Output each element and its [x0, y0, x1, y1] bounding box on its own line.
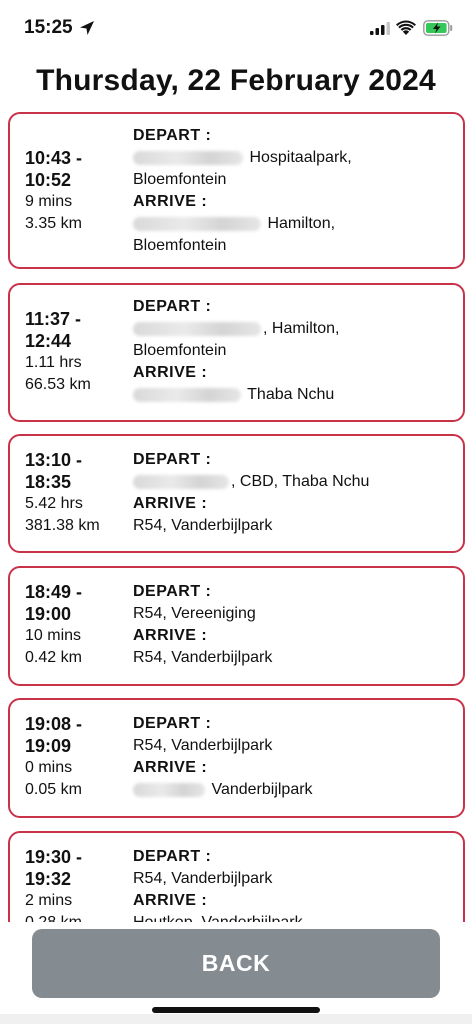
- arrive-label: ARRIVE :: [133, 892, 208, 909]
- trip-locations: DEPART : , Hamilton, Bloemfontein ARRIVE…: [133, 296, 458, 406]
- trip-card[interactable]: 19:08 - 19:09 0 mins 0.05 km DEPART : R5…: [8, 698, 465, 818]
- location-arrow-icon: [80, 21, 94, 35]
- trip-distance: 3.35 km: [25, 215, 82, 232]
- trip-locations: DEPART : R54, Vereeniging ARRIVE : R54, …: [133, 581, 458, 669]
- redacted-text: [133, 321, 261, 336]
- redacted-text: [133, 387, 241, 402]
- arrive-address: R54, Vanderbijlpark: [133, 517, 273, 534]
- depart-address: Hospitaalpark,: [133, 147, 458, 169]
- trip-locations: DEPART : , CBD, Thaba Nchu ARRIVE : R54,…: [133, 449, 458, 537]
- arrive-address: Houtkop, Vanderbijlpark: [133, 912, 458, 922]
- trip-start-time: 11:37 -: [25, 309, 82, 329]
- arrive-label: ARRIVE :: [133, 193, 208, 210]
- depart-address: R54, Vanderbijlpark: [133, 737, 273, 754]
- trip-card[interactable]: 19:30 - 19:32 2 mins 0.28 km DEPART : R5…: [8, 831, 465, 922]
- trip-summary: 19:08 - 19:09 0 mins 0.05 km: [25, 713, 130, 801]
- trip-locations: DEPART : Hospitaalpark, Bloemfontein ARR…: [133, 125, 458, 257]
- status-time: 15:25: [24, 17, 73, 38]
- trip-locations: DEPART : R54, Vanderbijlpark ARRIVE : Ho…: [133, 846, 458, 922]
- trip-start-time: 19:30 -: [25, 847, 83, 867]
- depart-label: DEPART :: [133, 451, 212, 468]
- back-button[interactable]: BACK: [32, 929, 440, 998]
- trip-summary: 11:37 - 12:44 1.11 hrs 66.53 km: [25, 308, 130, 396]
- arrive-address-line2: Bloemfontein: [133, 237, 227, 254]
- arrive-label: ARRIVE :: [133, 495, 208, 512]
- trip-summary: 18:49 - 19:00 10 mins 0.42 km: [25, 581, 130, 669]
- trip-card[interactable]: 13:10 - 18:35 5.42 hrs 381.38 km DEPART …: [8, 434, 465, 553]
- arrive-label: ARRIVE :: [133, 364, 208, 381]
- cellular-signal-icon: [370, 22, 390, 35]
- redacted-text: [133, 216, 261, 231]
- arrive-address: Vanderbijlpark: [133, 779, 458, 801]
- trip-duration: 2 mins: [25, 892, 73, 909]
- trip-distance: 0.28 km: [25, 912, 130, 922]
- arrive-label: ARRIVE :: [133, 759, 208, 776]
- trip-start-time: 18:49 -: [25, 582, 83, 602]
- depart-address: R54, Vanderbijlpark: [133, 870, 273, 887]
- trip-duration: 10 mins: [25, 627, 82, 644]
- bottom-bar: BACK: [0, 922, 472, 1024]
- trip-start-time: 19:08 -: [25, 714, 83, 734]
- redacted-text: [133, 782, 205, 797]
- trip-summary: 13:10 - 18:35 5.42 hrs 381.38 km: [25, 449, 130, 537]
- redacted-text: [133, 474, 229, 489]
- depart-address: , CBD, Thaba Nchu: [133, 471, 458, 493]
- trip-summary: 10:43 - 10:52 9 mins 3.35 km: [25, 147, 130, 235]
- arrive-address: R54, Vanderbijlpark: [133, 649, 273, 666]
- trip-duration: 1.11 hrs: [25, 354, 82, 371]
- trip-distance: 0.42 km: [25, 649, 82, 666]
- depart-address: , Hamilton,: [133, 318, 458, 340]
- depart-address-line2: Bloemfontein: [133, 171, 227, 188]
- trip-start-time: 13:10 -: [25, 450, 83, 470]
- trip-distance: 381.38 km: [25, 517, 100, 534]
- trip-end-time: 18:35: [25, 472, 72, 492]
- trip-end-time: 19:09: [25, 736, 72, 756]
- depart-label: DEPART :: [133, 848, 212, 865]
- trip-locations: DEPART : R54, Vanderbijlpark ARRIVE : Va…: [133, 713, 458, 801]
- arrive-label: ARRIVE :: [133, 627, 208, 644]
- depart-label: DEPART :: [133, 298, 212, 315]
- trip-list[interactable]: 10:43 - 10:52 9 mins 3.35 km DEPART : Ho…: [0, 112, 472, 922]
- bottom-strip: [0, 1014, 472, 1024]
- trip-duration: 5.42 hrs: [25, 495, 83, 512]
- trip-summary: 19:30 - 19:32 2 mins 0.28 km: [25, 846, 130, 922]
- trip-end-time: 10:52: [25, 170, 72, 190]
- depart-address: R54, Vereeniging: [133, 605, 256, 622]
- trip-distance: 66.53 km: [25, 376, 91, 393]
- trip-card[interactable]: 10:43 - 10:52 9 mins 3.35 km DEPART : Ho…: [8, 112, 465, 269]
- depart-label: DEPART :: [133, 127, 212, 144]
- trip-card[interactable]: 18:49 - 19:00 10 mins 0.42 km DEPART : R…: [8, 566, 465, 686]
- home-indicator[interactable]: [152, 1007, 320, 1013]
- trip-duration: 9 mins: [25, 193, 73, 210]
- trip-end-time: 19:00: [25, 604, 72, 624]
- arrive-address: Thaba Nchu: [133, 384, 458, 406]
- trip-start-time: 10:43 -: [25, 148, 83, 168]
- wifi-icon: [396, 20, 416, 35]
- trip-card[interactable]: 11:37 - 12:44 1.11 hrs 66.53 km DEPART :…: [8, 283, 465, 422]
- redacted-text: [133, 150, 243, 165]
- trip-end-time: 12:44: [25, 331, 72, 351]
- trip-end-time: 19:32: [25, 869, 72, 889]
- battery-charging-icon: [423, 20, 453, 36]
- trip-duration: 0 mins: [25, 759, 73, 776]
- depart-label: DEPART :: [133, 715, 212, 732]
- depart-label: DEPART :: [133, 583, 212, 600]
- page-title: Thursday, 22 February 2024: [36, 64, 436, 97]
- trip-distance: 0.05 km: [25, 781, 82, 798]
- depart-address-line2: Bloemfontein: [133, 342, 227, 359]
- status-bar: 15:25: [0, 0, 472, 56]
- arrive-address: Hamilton,: [133, 213, 458, 235]
